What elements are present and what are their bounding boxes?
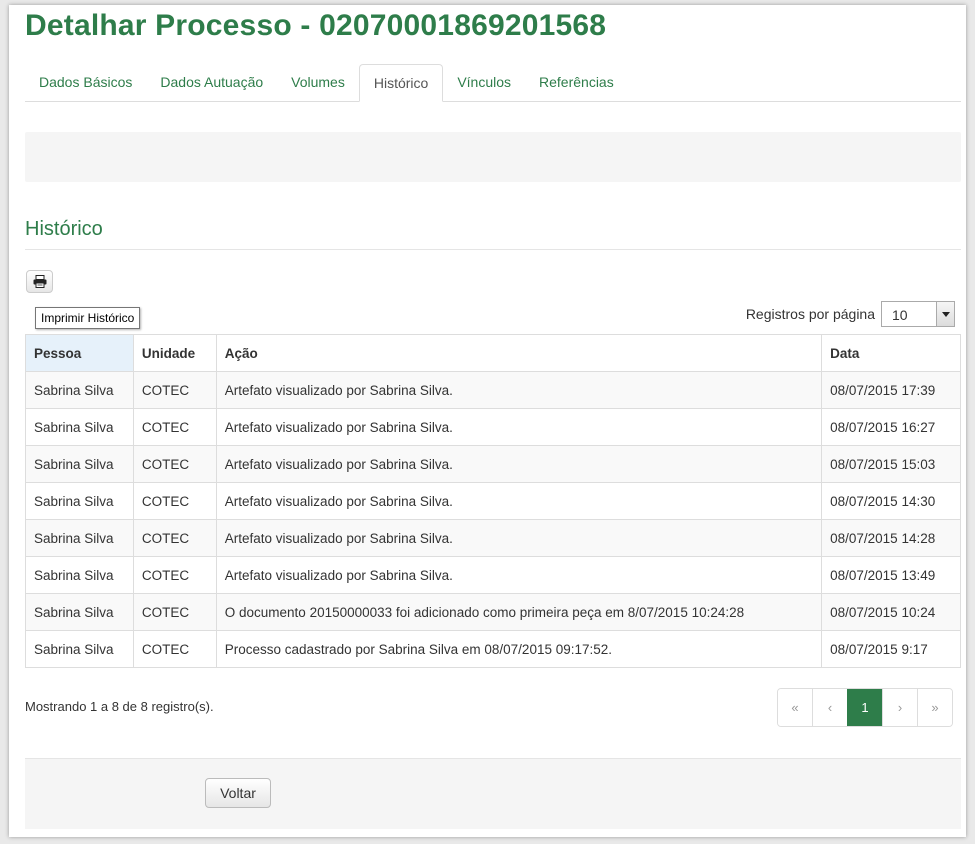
section-divider [25,249,961,250]
cell-unidade: COTEC [132,630,217,668]
print-button[interactable] [26,270,53,293]
printer-icon [33,275,46,288]
records-summary: Mostrando 1 a 8 de 8 registro(s). [25,699,214,714]
column-header-acao[interactable]: Ação [215,334,823,372]
table-row: Sabrina Silva COTEC Processo cadastrado po… [25,630,961,668]
cell-data: 08/07/2015 15:03 [821,445,961,483]
tab-bar: Dados Básicos Dados Autuação Volumes His… [25,64,961,102]
cell-pessoa: Sabrina Silva [25,593,134,631]
cell-acao: Artefato visualizado por Sabrina Silva. [215,519,823,557]
page-size-value: 10 [892,307,908,323]
page-1-button[interactable]: 1 [847,689,882,726]
history-table: Pessoa Unidade Ação Data Sabrina Silva CO… [25,334,961,668]
first-page-button[interactable]: « [778,689,812,726]
cell-pessoa: Sabrina Silva [25,519,134,557]
cell-pessoa: Sabrina Silva [25,445,134,483]
tab-historico[interactable]: Histórico [358,64,444,102]
page-title: Detalhar Processo - 02070001869201568 [25,9,607,42]
table-row: Sabrina Silva COTEC Artefato visualizado p… [25,445,961,483]
table-row: Sabrina Silva COTEC Artefato visualizado p… [25,519,961,557]
table-row: Sabrina Silva COTEC Artefato visualizado p… [25,556,961,594]
cell-unidade: COTEC [132,482,217,520]
cell-pessoa: Sabrina Silva [25,630,134,668]
table-row: Sabrina Silva COTEC Artefato visualizado p… [25,371,961,409]
cell-data: 08/07/2015 16:27 [821,408,961,446]
cell-pessoa: Sabrina Silva [25,556,134,594]
cell-data: 08/07/2015 10:24 [821,593,961,631]
prev-page-button[interactable]: ‹ [812,689,847,726]
cell-pessoa: Sabrina Silva [25,371,134,409]
cell-unidade: COTEC [132,593,217,631]
next-page-button[interactable]: › [882,689,917,726]
table-row: Sabrina Silva COTEC O documento 2015000003… [25,593,961,631]
print-tooltip: Imprimir Histórico [35,307,141,329]
info-panel [25,132,961,182]
section-title: Histórico [25,218,103,240]
cell-acao: Artefato visualizado por Sabrina Silva. [215,371,823,409]
cell-pessoa: Sabrina Silva [25,482,134,520]
tab-vinculos[interactable]: Vínculos [443,64,525,100]
column-header-data[interactable]: Data [821,334,961,372]
cell-acao: Artefato visualizado por Sabrina Silva. [215,482,823,520]
cell-acao: Artefato visualizado por Sabrina Silva. [215,445,823,483]
table-header-row: Pessoa Unidade Ação Data [25,334,961,372]
column-header-pessoa[interactable]: Pessoa [25,334,134,372]
cell-data: 08/07/2015 9:17 [821,630,961,668]
pagination: « ‹ 1 › » [777,688,953,727]
page-size-control: Registros por página 10 [746,300,955,328]
cell-acao: O documento 20150000033 foi adicionado c… [215,593,823,631]
tab-dados-autuacao[interactable]: Dados Autuação [146,64,277,100]
back-button[interactable]: Voltar [205,778,271,808]
form-footer: Voltar [25,758,961,829]
cell-data: 08/07/2015 13:49 [821,556,961,594]
cell-acao: Processo cadastrado por Sabrina Silva em… [215,630,823,668]
chevron-down-icon[interactable] [936,302,954,326]
cell-data: 08/07/2015 14:30 [821,482,961,520]
tab-volumes[interactable]: Volumes [277,64,359,100]
cell-unidade: COTEC [132,408,217,446]
cell-unidade: COTEC [132,556,217,594]
cell-unidade: COTEC [132,445,217,483]
column-header-unidade[interactable]: Unidade [132,334,217,372]
tab-dados-basicos[interactable]: Dados Básicos [25,64,146,100]
cell-acao: Artefato visualizado por Sabrina Silva. [215,408,823,446]
cell-data: 08/07/2015 17:39 [821,371,961,409]
cell-data: 08/07/2015 14:28 [821,519,961,557]
table-row: Sabrina Silva COTEC Artefato visualizado p… [25,482,961,520]
table-row: Sabrina Silva COTEC Artefato visualizado p… [25,408,961,446]
cell-pessoa: Sabrina Silva [25,408,134,446]
page-frame: Detalhar Processo - 02070001869201568 Da… [9,5,966,837]
cell-unidade: COTEC [132,519,217,557]
cell-acao: Artefato visualizado por Sabrina Silva. [215,556,823,594]
tab-referencias[interactable]: Referências [525,64,628,100]
page-size-select[interactable]: 10 [881,301,955,327]
cell-unidade: COTEC [132,371,217,409]
page-size-label: Registros por página [745,306,875,322]
last-page-button[interactable]: » [917,689,952,726]
